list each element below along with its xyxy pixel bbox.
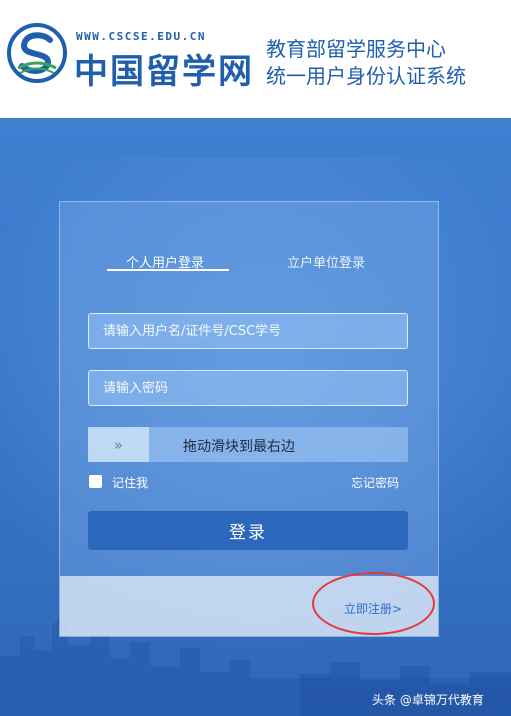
system-title-line1: 教育部留学服务中心	[266, 37, 446, 61]
site-name: 中国留学网	[74, 52, 254, 92]
watermark-text: 头条 @卓锦万代教育	[372, 693, 484, 707]
tab-organization-login[interactable]: 立户单位登录	[287, 252, 365, 271]
system-title-line2: 统一用户身份认证系统	[266, 64, 466, 88]
slider-instruction: 拖动滑块到最右边	[183, 439, 295, 455]
site-url: WWW.CSCSE.EDU.CN	[76, 30, 206, 43]
slider-handle[interactable]: »	[88, 427, 149, 462]
username-input[interactable]	[88, 313, 408, 349]
active-tab-underline	[107, 269, 229, 271]
site-header: WWW.CSCSE.EDU.CN 中国留学网 教育部留学服务中心 统一用户身份认…	[0, 0, 511, 118]
slide-verify-track: » 拖动滑块到最右边	[88, 427, 408, 462]
login-button[interactable]: 登录	[88, 511, 408, 550]
remember-me-checkbox[interactable]	[89, 475, 102, 488]
cscse-logo-icon	[7, 23, 67, 83]
remember-me-label[interactable]: 记住我	[112, 474, 148, 491]
highlight-annotation-circle	[312, 572, 435, 635]
password-input[interactable]	[88, 370, 408, 406]
forgot-password-link[interactable]: 忘记密码	[351, 474, 399, 491]
double-chevron-right-icon: »	[113, 435, 124, 454]
